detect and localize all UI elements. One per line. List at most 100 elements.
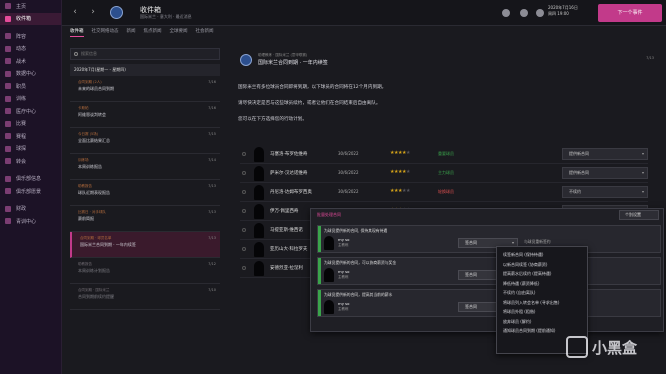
dropdown-option[interactable]: 不续约 (自由离队) <box>497 288 587 298</box>
contract-action-select[interactable]: 不续约 <box>562 186 648 198</box>
nav-item[interactable]: 主页 <box>0 0 61 13</box>
message-paragraph: 国际米兰有多位球员合同即将到期，以下球员的合同将在12个月内到期。 <box>238 85 387 90</box>
inbox-item[interactable]: 训练场 本周训练报告 7/14 <box>70 154 220 180</box>
inbox-item-sender: 比赛日 · 对手球队 <box>78 210 106 214</box>
tab[interactable]: 收件箱 <box>70 28 84 37</box>
inbox-item[interactable]: 合同到期 · 国际米兰 合同到期前续约提醒 7/10 <box>70 284 220 310</box>
nav-icon <box>5 58 11 65</box>
nav-item[interactable]: 青训中心 <box>0 215 61 228</box>
inbox-item[interactable]: 比赛日 · 对手球队 赛前简报 7/13 <box>70 206 220 232</box>
nav-item[interactable]: 收件箱 <box>0 12 61 25</box>
row-checkbox[interactable] <box>242 209 246 213</box>
nav-item[interactable]: 战术 <box>0 55 61 68</box>
row-checkbox[interactable] <box>242 152 246 156</box>
nav-item[interactable]: 财政 <box>0 203 61 216</box>
message-sender: 助理教练 · 国际米兰 (意甲联赛) <box>258 53 308 57</box>
player-name[interactable]: 马塞洛·布罗佐维奇 <box>270 151 307 157</box>
dropdown-option[interactable]: 续签新合同 (保持待遇) <box>497 250 587 260</box>
back-arrow-icon[interactable]: ‹ <box>70 7 80 17</box>
tab[interactable]: 社交网络动态 <box>92 28 119 37</box>
row-checkbox[interactable] <box>242 171 246 175</box>
nav-item[interactable]: 医疗中心 <box>0 105 61 118</box>
inbox-item-sender: 助教报告 <box>78 184 92 188</box>
forward-arrow-icon[interactable]: › <box>88 7 98 17</box>
inbox-item-subject: 国际米兰合同到期 · 一年内续签 <box>80 242 136 247</box>
contract-action-select[interactable]: 提供新合同 <box>562 148 648 160</box>
player-name[interactable]: 萨米尔·汉达诺维奇 <box>270 170 307 176</box>
notification-icon[interactable] <box>502 9 510 17</box>
player-avatar <box>254 147 264 162</box>
nav-item[interactable]: 训练 <box>0 93 61 106</box>
help-icon[interactable] <box>520 9 528 17</box>
player-avatar <box>254 261 264 276</box>
inbox-item-date: 7/13 <box>208 184 216 188</box>
inbox-item-subject: 本周训练报告 <box>78 164 102 169</box>
nav-item[interactable]: 比赛 <box>0 118 61 131</box>
tab[interactable]: 社会新闻 <box>196 28 214 37</box>
current-date: 2020年7月16日 周四 19:00 <box>548 5 588 21</box>
player-row[interactable]: 萨米尔·汉达诺维奇 30/6/2022 ★★★★★ 主力球员 提供新合同 <box>240 164 648 183</box>
nav-item[interactable]: 动态 <box>0 43 61 56</box>
contract-option-row: 为球员提供新的合同，可以协商薪资与奖金 my so 主教练 签合同 <box>317 257 661 285</box>
contract-action-select[interactable]: 提供新合同 <box>562 167 648 179</box>
settings-icon[interactable] <box>536 9 544 17</box>
nav-item[interactable]: 阵容 <box>0 30 61 43</box>
dropdown-option[interactable]: 将球员外租 (租借) <box>497 307 587 317</box>
option-title: 为球员提供新的合同, 保持其现有待遇 <box>324 228 388 233</box>
watermark-logo-icon <box>566 336 588 358</box>
search-input[interactable]: 搜索信息 <box>70 48 220 60</box>
inbox-item[interactable]: 合同到期 (2人) 未来的球员合同到期 7/16 <box>70 76 220 102</box>
player-row[interactable]: 马塞洛·布罗佐维奇 30/6/2022 ★★★★★ 重要球员 提供新合同 <box>240 145 648 164</box>
nav-item-label: 转会 <box>16 158 27 165</box>
nav-icon <box>5 70 11 77</box>
dropdown-option[interactable]: 提高薪水后续约 (提高待遇) <box>497 269 587 279</box>
nav-item[interactable]: 职员 <box>0 80 61 93</box>
nav-item[interactable]: 赛程 <box>0 130 61 143</box>
nav-item[interactable]: 数据中心 <box>0 68 61 81</box>
nav-item-label: 球探 <box>16 146 27 153</box>
dropdown-option[interactable]: 将球员列入转会名单 (寻求出售) <box>497 298 587 308</box>
row-checkbox[interactable] <box>242 266 246 270</box>
nav-item[interactable]: 俱乐部愿景 <box>0 185 61 198</box>
dropdown-option[interactable]: 放弃球员 (解约) <box>497 317 587 327</box>
row-checkbox[interactable] <box>242 228 246 232</box>
nav-icon <box>5 45 11 52</box>
inbox-item-subject: 赛前简报 <box>78 216 94 221</box>
nav-item[interactable]: 球探 <box>0 143 61 156</box>
nav-item-label: 主页 <box>16 3 27 10</box>
row-checkbox[interactable] <box>242 190 246 194</box>
nav-icon <box>5 218 11 225</box>
nav-item-label: 财政 <box>16 206 27 213</box>
staff-name: my so <box>338 237 350 242</box>
tab[interactable]: 全球要闻 <box>170 28 188 37</box>
tab[interactable]: 新闻 <box>127 28 136 37</box>
continue-button[interactable]: 下一个事件 <box>598 4 662 22</box>
club-badge-icon[interactable] <box>110 6 123 19</box>
dropdown-option[interactable]: 以新合同续签 (协商薪资) <box>497 260 587 270</box>
nav-icon <box>5 108 11 115</box>
inbox-item[interactable]: 助教报告 球队近期表现报告 7/13 <box>70 180 220 206</box>
player-name[interactable]: 安德烈亚·拉涅利 <box>270 265 303 271</box>
player-row[interactable]: 丹尼洛·达姆布罗西奥 30/6/2022 ★★★★★ 轮换球员 不续约 <box>240 183 648 202</box>
inbox-item-subject: 未来的球员合同到期 <box>78 86 114 91</box>
inbox-item-sender: 合同到期 · 国际米兰 <box>78 288 110 292</box>
player-name[interactable]: 丹尼洛·达姆布罗西奥 <box>270 189 312 195</box>
time-line: 周四 19:00 <box>548 11 569 16</box>
panel-mode-select[interactable]: 个别设置 <box>619 210 659 220</box>
tab[interactable]: 焦点新闻 <box>144 28 162 37</box>
inbox-item[interactable]: 今日赛 (5场) 全面比赛结果汇总 7/15 <box>70 128 220 154</box>
row-checkbox[interactable] <box>242 247 246 251</box>
dropdown-option[interactable]: 通知球员合同到期 (提前通知) <box>497 326 587 336</box>
player-name[interactable]: 马提亚斯·维西诺 <box>270 227 303 233</box>
inbox-item[interactable]: 卡斯帕 阿维恩谈判转会 7/16 <box>70 102 220 128</box>
squad-status: 主力球员 <box>438 170 454 175</box>
inbox-item[interactable]: 助教报告 本周训练计划报告 7/12 <box>70 258 220 284</box>
nav-icon <box>5 120 11 127</box>
nav-item[interactable]: 转会 <box>0 155 61 168</box>
player-name[interactable]: 伊万·佩里西奇 <box>270 208 298 214</box>
inbox-item[interactable]: 合同到期 · 球员名单 国际米兰合同到期 · 一年内续签 7/13 <box>70 232 220 258</box>
page-subtitle: 国际米兰 · 意大利 · 最近消息 <box>140 14 192 19</box>
nav-item[interactable]: 俱乐部信息 <box>0 173 61 186</box>
dropdown-option[interactable]: 降低待遇 (薪资降低) <box>497 279 587 289</box>
player-name[interactable]: 亚历山大·科拉罗夫 <box>270 246 307 252</box>
